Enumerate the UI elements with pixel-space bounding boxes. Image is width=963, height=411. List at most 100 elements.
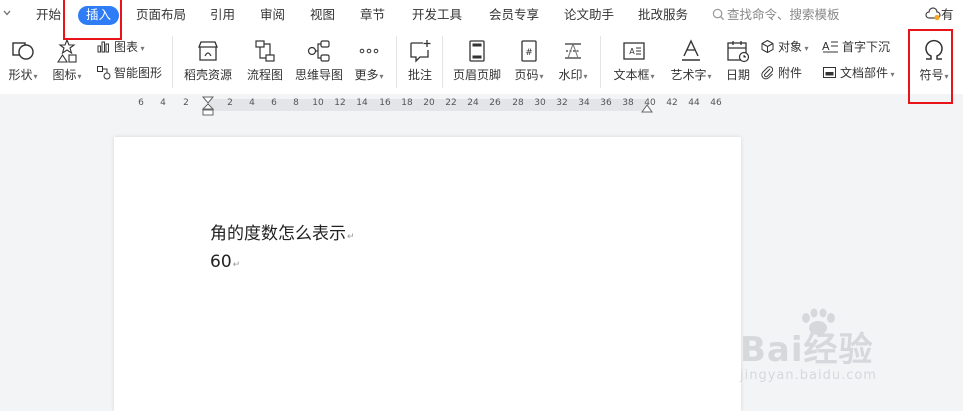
- header-footer-icon: [469, 40, 485, 62]
- paragraph-mark: ↵: [347, 232, 355, 242]
- watermark-button[interactable]: 水印▾: [555, 38, 591, 84]
- page-number-button[interactable]: # 页码▾: [511, 38, 547, 84]
- mindmap-button[interactable]: 思维导图: [293, 38, 345, 82]
- dropcap-icon: A: [822, 40, 838, 53]
- mindmap-label: 思维导图: [294, 68, 343, 82]
- tab-2[interactable]: 页面布局: [136, 6, 186, 24]
- ruler-tick: 38: [622, 98, 634, 108]
- attachment-button[interactable]: 附件: [760, 65, 802, 81]
- tab-7[interactable]: 开发工具: [412, 6, 462, 24]
- indent-marker[interactable]: [202, 96, 214, 116]
- cloud-label: 有: [941, 7, 954, 22]
- smartart-button[interactable]: 智能图形: [96, 65, 162, 81]
- icon-button[interactable]: 图标▾: [50, 38, 84, 84]
- chart-button[interactable]: 图表 ▾: [96, 39, 145, 57]
- search-icon: [712, 8, 725, 21]
- star-triangle-icon: [56, 38, 77, 63]
- ruler-tick: 6: [138, 98, 144, 108]
- mindmap-icon: [307, 40, 330, 62]
- date-button[interactable]: 日期: [724, 38, 752, 82]
- more-button[interactable]: 更多▾: [351, 38, 387, 84]
- object-button[interactable]: 对象 ▾: [760, 39, 809, 57]
- flowchart-icon: [255, 40, 275, 62]
- document-page[interactable]: 角的度数怎么表示↵ 60↵: [114, 137, 741, 411]
- ruler-tick: 36: [600, 98, 612, 108]
- watermark-site: jingyan.baidu.com: [740, 368, 877, 383]
- ruler-tick: 12: [334, 98, 346, 108]
- svg-text:A: A: [629, 47, 635, 56]
- divider: [442, 36, 443, 88]
- store-icon: [198, 41, 218, 61]
- doc-parts-button[interactable]: 文档部件 ▾: [822, 65, 895, 83]
- right-indent-marker[interactable]: [641, 102, 653, 114]
- resources-button[interactable]: 稻壳资源: [182, 38, 234, 82]
- symbol-button-highlight: [908, 29, 953, 104]
- flowchart-button[interactable]: 流程图: [245, 38, 285, 82]
- watermark-brand: Bai经验: [740, 330, 874, 370]
- page-number-icon: #: [521, 40, 537, 62]
- doc-parts-icon: [823, 67, 836, 78]
- textbox-button[interactable]: A 文本框▾: [610, 38, 658, 84]
- tab-4[interactable]: 审阅: [260, 6, 285, 24]
- watermark-label: 水印: [558, 68, 583, 82]
- ruler-tick: 22: [445, 98, 457, 108]
- smartart-icon: [97, 66, 111, 80]
- insert-tab-highlight: [63, 0, 122, 40]
- ruler-tick: 26: [489, 98, 501, 108]
- textbox-label: 文本框: [613, 68, 650, 82]
- ruler-tick: 16: [379, 98, 391, 108]
- ruler-tick: 32: [556, 98, 568, 108]
- shape-icon: [12, 42, 34, 60]
- ruler-tick: 6: [271, 98, 277, 108]
- ruler-tick: 4: [249, 98, 255, 108]
- document-line[interactable]: 60↵: [210, 252, 240, 272]
- watermark-icon: [565, 42, 581, 59]
- document-line[interactable]: 角的度数怎么表示↵: [210, 219, 355, 244]
- attachment-label: 附件: [778, 66, 803, 80]
- smartart-label: 智能图形: [114, 66, 163, 80]
- ruler-tick: 2: [183, 98, 189, 108]
- ruler-tick: 10: [312, 98, 324, 108]
- horizontal-ruler[interactable]: 6 4 2 2 4 6 8 10 12 14 16 18 20 22 24 26 28 30 32 34 36 38 40 4…: [0, 94, 963, 116]
- shape-button[interactable]: 形状▾: [6, 38, 40, 84]
- doc-parts-label: 文档部件: [840, 66, 889, 80]
- ruler-tick: 8: [293, 98, 299, 108]
- ruler-tick: 30: [534, 98, 546, 108]
- menu-bar: 开始 插入 页面布局 引用 审阅 视图 章节 开发工具 会员专享 论文助手 批改服务 查找命令、搜索…: [0, 0, 963, 30]
- tab-8[interactable]: 会员专享: [489, 6, 539, 24]
- line-text: 角的度数怎么表示: [210, 224, 346, 244]
- divider: [172, 36, 173, 88]
- tab-9[interactable]: 论文助手: [564, 6, 614, 24]
- calendar-icon: [727, 41, 750, 63]
- cloud-status[interactable]: 有: [925, 6, 954, 24]
- chart-label: 图表: [114, 40, 139, 54]
- header-footer-button[interactable]: 页眉页脚: [451, 38, 503, 82]
- ruler-tick: 34: [578, 98, 590, 108]
- comment-icon: [410, 40, 431, 63]
- tab-0[interactable]: 开始: [36, 6, 61, 24]
- command-search[interactable]: 查找命令、搜索模板: [712, 6, 840, 24]
- tab-3[interactable]: 引用: [210, 6, 235, 24]
- comment-label: 批注: [407, 68, 432, 82]
- tab-5[interactable]: 视图: [310, 6, 335, 24]
- paragraph-mark: ↵: [232, 260, 241, 270]
- ruler-tick: 42: [666, 98, 678, 108]
- svg-text:A: A: [822, 40, 830, 53]
- tab-10[interactable]: 批改服务: [638, 6, 688, 24]
- dropcap-label: 首字下沉: [842, 40, 891, 54]
- resources-label: 稻壳资源: [183, 68, 232, 82]
- dropcap-button[interactable]: A 首字下沉: [822, 39, 890, 55]
- wordart-button[interactable]: 艺术字▾: [668, 38, 714, 84]
- tab-6[interactable]: 章节: [360, 6, 385, 24]
- line-text: 60: [210, 252, 232, 272]
- ruler-tick: 28: [512, 98, 524, 108]
- ruler-tick: 4: [160, 98, 166, 108]
- wordart-icon: [682, 39, 700, 61]
- ruler-tick: 24: [467, 98, 479, 108]
- ruler-tick: 46: [710, 98, 722, 108]
- comment-button[interactable]: 批注: [405, 38, 435, 82]
- header-footer-label: 页眉页脚: [452, 68, 501, 82]
- divider: [600, 36, 601, 88]
- wordart-label: 艺术字: [670, 68, 707, 82]
- chevron-down-icon[interactable]: [2, 8, 14, 22]
